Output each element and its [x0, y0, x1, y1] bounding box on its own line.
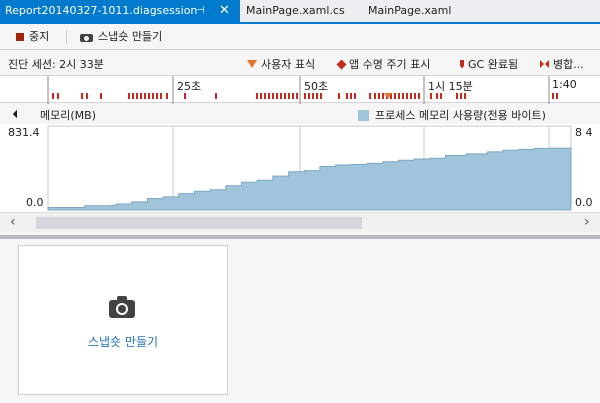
memory-chart-title: 메모리(MB) [40, 109, 96, 122]
legend-merged[interactable]: 병합... [540, 56, 584, 72]
legend-user-mark[interactable]: 사용자 표식 [247, 56, 315, 72]
pin-icon[interactable]: ⊣ [196, 0, 205, 22]
timeline-ruler[interactable]: 25초 50초 1시 15분 1:40 [0, 75, 600, 104]
close-icon[interactable]: ✕ [219, 0, 230, 22]
legend-app-lifecycle-label: 앱 수명 주기 표시 [349, 58, 431, 71]
ruler-tick-label: 50초 [304, 80, 329, 93]
legend-merged-label: 병합... [553, 58, 584, 71]
tab-report-diagsession[interactable]: Report20140327-1011.diagsession ⊣ ✕ [0, 0, 240, 22]
memory-chart-header: 메모리(MB) 프로세스 메모리 사용량(전용 바이트) [0, 104, 600, 124]
scroll-left-arrow-icon[interactable]: ‹ [10, 214, 16, 230]
scroll-right-arrow-icon[interactable]: › [584, 214, 590, 230]
gc-marker-icon [460, 59, 464, 69]
take-snapshot-card[interactable]: 스냅숏 만들기 [18, 245, 228, 395]
bowtie-icon [540, 59, 549, 69]
memory-usage-chart[interactable]: 831.4 0.0 8 4 0.0 [0, 124, 600, 212]
legend-gc-complete-label: GC 완료됨 [468, 58, 519, 71]
red-diamond-icon [336, 59, 347, 69]
stop-label: 중지 [29, 30, 50, 43]
stop-button[interactable]: 중지 [16, 28, 49, 46]
series-legend-label: 프로세스 메모리 사용량(전용 바이트) [375, 109, 546, 122]
take-snapshot-label: 스냅숏 만들기 [98, 30, 163, 43]
orange-triangle-icon [247, 60, 257, 68]
series-swatch [358, 109, 369, 121]
take-snapshot-link[interactable]: 스냅숏 만들기 [19, 333, 227, 350]
snapshot-pane: 스냅숏 만들기 [0, 239, 600, 403]
document-tab-strip: Report20140327-1011.diagsession ⊣ ✕ Main… [0, 0, 600, 24]
series-legend: 프로세스 메모리 사용량(전용 바이트) [358, 107, 546, 123]
tab-label: MainPage.xaml [368, 4, 452, 17]
camera-icon [109, 296, 135, 318]
timeline-legend-bar: 진단 세션: 2시 33분 사용자 표식 앱 수명 주기 표시 GC 완료됨 병… [0, 51, 600, 75]
tab-mainpage-xaml[interactable]: MainPage.xaml [368, 0, 451, 22]
ruler-tick-label: 1:40 [552, 78, 577, 91]
memory-plot [47, 125, 572, 211]
stop-square-icon [16, 33, 24, 41]
tab-label: Report20140327-1011.diagsession [5, 4, 198, 17]
camera-icon [80, 32, 93, 42]
timeline-horizontal-scrollbar[interactable]: ‹ › [0, 212, 600, 232]
toolbar: 중지 스냅숏 만들기 [0, 24, 600, 50]
legend-user-mark-label: 사용자 표식 [261, 58, 316, 71]
legend-gc-complete[interactable]: GC 완료됨 [460, 56, 518, 72]
diagnostics-window: Report20140327-1011.diagsession ⊣ ✕ Main… [0, 0, 600, 403]
ruler-marks [47, 76, 558, 104]
ruler-tick-label: 25초 [177, 80, 202, 93]
toolbar-separator [66, 30, 67, 44]
tab-label: MainPage.xaml.cs [246, 4, 345, 17]
tab-mainpage-xaml-cs[interactable]: MainPage.xaml.cs [246, 0, 345, 22]
legend-app-lifecycle[interactable]: 앱 수명 주기 표시 [336, 56, 431, 72]
take-snapshot-button[interactable]: 스냅숏 만들기 [80, 28, 162, 46]
collapse-triangle-icon[interactable] [12, 109, 22, 119]
ruler-tick-label: 1시 15분 [428, 80, 473, 93]
scrollbar-thumb[interactable] [36, 217, 362, 229]
session-duration: 진단 세션: 2시 33분 [8, 58, 104, 71]
